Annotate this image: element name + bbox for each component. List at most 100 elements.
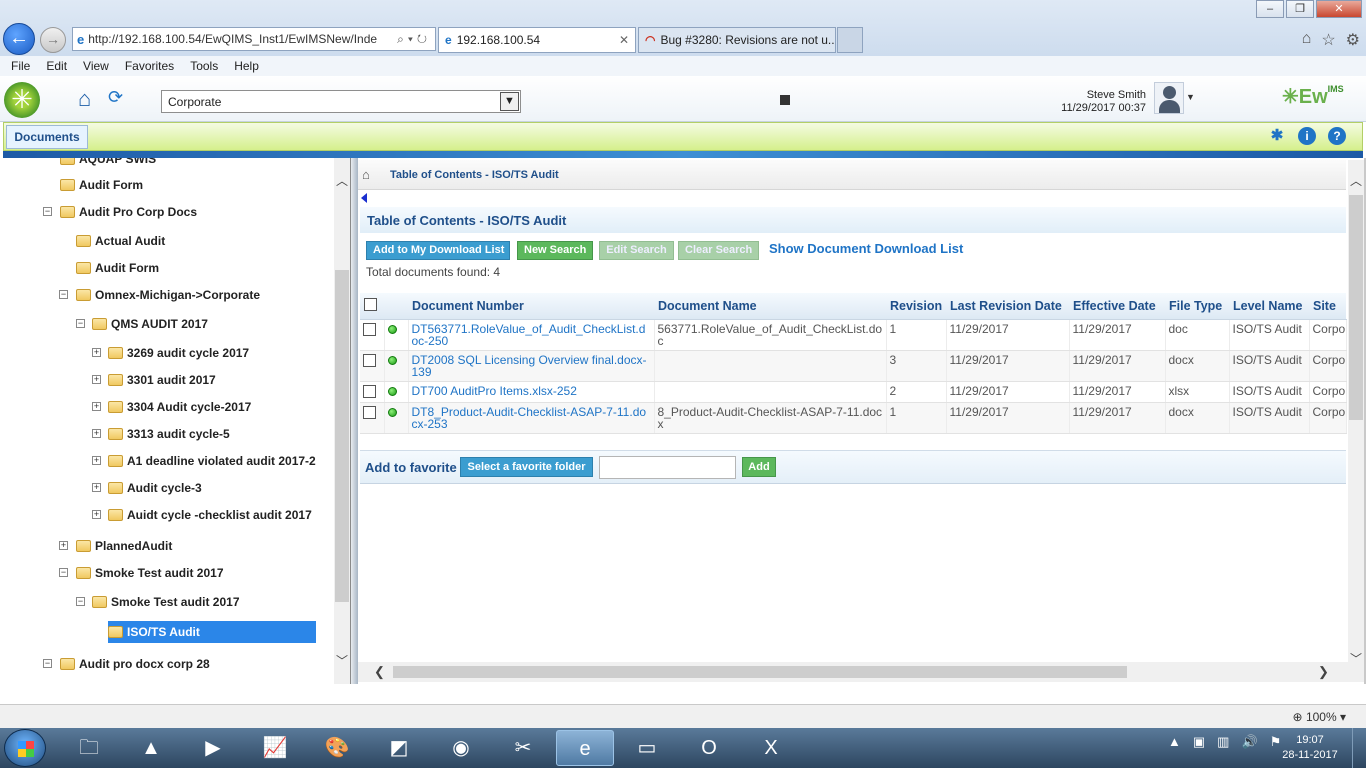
tree-node[interactable]: Audit pro docx corp 28 bbox=[60, 657, 210, 671]
tree-node[interactable]: Audit Form bbox=[76, 261, 159, 275]
browser-tab-active[interactable]: e 192.168.100.54 ✕ bbox=[438, 27, 636, 53]
url-text[interactable]: http://192.168.100.54/EwQIMS_Inst1/EwIMS… bbox=[88, 32, 397, 46]
show-desktop-button[interactable] bbox=[1352, 728, 1366, 768]
document-number-link[interactable]: DT8_Product-Audit-Checklist-ASAP-7-11.do… bbox=[412, 405, 647, 431]
tree-node[interactable]: 3304 Audit cycle-2017 bbox=[108, 400, 251, 414]
zoom-level[interactable]: ⊕ 100% ▾ bbox=[1293, 710, 1346, 724]
row-checkbox[interactable] bbox=[363, 322, 376, 336]
help-icon[interactable]: ? bbox=[1328, 127, 1346, 145]
paint-icon[interactable]: 🎨 bbox=[308, 730, 366, 766]
menu-view[interactable]: View bbox=[83, 59, 109, 73]
col-document-name[interactable]: Document Name bbox=[654, 293, 886, 320]
collapse-icon[interactable]: − bbox=[76, 319, 85, 328]
tree-node[interactable]: Auidt cycle -checklist audit 2017 bbox=[108, 508, 312, 522]
tree-node[interactable]: PlannedAudit bbox=[76, 539, 172, 553]
vertical-scrollbar[interactable]: ︿ ﹀ bbox=[1348, 160, 1364, 682]
tree-node[interactable]: AQUAP SWIS bbox=[60, 158, 156, 166]
add-to-download-list-button[interactable]: Add to My Download List bbox=[366, 241, 510, 260]
snipping-tool-icon[interactable]: ✂ bbox=[494, 730, 552, 766]
refresh-icon[interactable]: ⟳ bbox=[108, 87, 123, 108]
clear-search-button[interactable]: Clear Search bbox=[678, 241, 759, 260]
tree-node[interactable]: Omnex-Michigan->Corporate bbox=[76, 288, 260, 302]
tree-node[interactable]: Audit Pro Corp Docs bbox=[60, 205, 197, 219]
col-level-name[interactable]: Level Name bbox=[1229, 293, 1309, 320]
file-explorer-icon[interactable]: 🗀 bbox=[60, 730, 118, 766]
table-row[interactable]: DT563771.RoleValue_of_Audit_CheckList.do… bbox=[360, 319, 1347, 351]
tray-expand-icon[interactable]: ▲ bbox=[1168, 734, 1181, 750]
tree-node[interactable]: Audit Form bbox=[60, 178, 143, 192]
volume-icon[interactable]: 🔊 bbox=[1241, 734, 1257, 750]
row-checkbox[interactable] bbox=[363, 405, 376, 419]
minimize-button[interactable]: – bbox=[1256, 0, 1284, 18]
forward-button[interactable]: → bbox=[40, 27, 66, 53]
notepad-icon[interactable]: ▭ bbox=[618, 730, 676, 766]
add-favorite-button[interactable]: Add bbox=[742, 457, 776, 477]
collapse-icon[interactable]: − bbox=[59, 290, 68, 299]
tree-node[interactable]: Actual Audit bbox=[76, 234, 165, 248]
close-tab-icon[interactable]: ✕ bbox=[619, 33, 629, 47]
col-last-revision-date[interactable]: Last Revision Date bbox=[946, 293, 1069, 320]
new-search-button[interactable]: New Search bbox=[517, 241, 593, 260]
scroll-thumb[interactable] bbox=[393, 666, 1127, 678]
tree-node-selected[interactable]: ISO/TS Audit bbox=[108, 621, 316, 643]
collapse-icon[interactable]: − bbox=[76, 597, 85, 606]
col-document-number[interactable]: Document Number bbox=[408, 293, 654, 320]
menu-help[interactable]: Help bbox=[234, 59, 259, 73]
menu-edit[interactable]: Edit bbox=[46, 59, 67, 73]
expand-icon[interactable]: + bbox=[92, 348, 101, 357]
scroll-up-icon[interactable]: ︿ bbox=[336, 172, 348, 189]
maximize-button[interactable]: ❐ bbox=[1286, 0, 1314, 18]
address-bar[interactable]: e http://192.168.100.54/EwQIMS_Inst1/EwI… bbox=[72, 27, 436, 51]
collapse-icon[interactable]: − bbox=[43, 659, 52, 668]
media-player-icon[interactable]: ▶ bbox=[184, 730, 242, 766]
scroll-thumb[interactable] bbox=[1349, 195, 1363, 420]
expand-icon[interactable]: + bbox=[92, 375, 101, 384]
expand-icon[interactable]: + bbox=[92, 429, 101, 438]
chevron-down-icon[interactable]: ▼ bbox=[500, 92, 519, 111]
tree-node[interactable]: 3313 audit cycle-5 bbox=[108, 427, 230, 441]
excel-icon[interactable]: X bbox=[742, 730, 800, 766]
start-button[interactable] bbox=[4, 729, 46, 767]
select-all-checkbox[interactable] bbox=[364, 297, 377, 311]
document-number-link[interactable]: DT700 AuditPro Items.xlsx-252 bbox=[412, 384, 577, 398]
pane-splitter[interactable] bbox=[350, 158, 358, 684]
row-checkbox[interactable] bbox=[363, 353, 376, 367]
table-row[interactable]: DT8_Product-Audit-Checklist-ASAP-7-11.do… bbox=[360, 402, 1347, 434]
document-number-link[interactable]: DT563771.RoleValue_of_Audit_CheckList.do… bbox=[412, 322, 646, 348]
user-menu-chevron-icon[interactable]: ▼ bbox=[1186, 92, 1195, 102]
menu-favorites[interactable]: Favorites bbox=[125, 59, 174, 73]
col-revision[interactable]: Revision bbox=[886, 293, 946, 320]
collapse-icon[interactable]: − bbox=[59, 568, 68, 577]
expand-icon[interactable]: + bbox=[92, 456, 101, 465]
col-site[interactable]: Site bbox=[1309, 293, 1346, 320]
clock[interactable]: 19:07 28-11-2017 bbox=[1278, 733, 1342, 763]
collapse-icon[interactable]: − bbox=[43, 207, 52, 216]
expand-icon[interactable]: + bbox=[92, 483, 101, 492]
chart-app-icon[interactable]: 📈 bbox=[246, 730, 304, 766]
show-download-list-link[interactable]: Show Document Download List bbox=[769, 241, 963, 256]
menu-tools[interactable]: Tools bbox=[190, 59, 218, 73]
green-app-icon[interactable]: ◩ bbox=[370, 730, 428, 766]
settings-gear-icon[interactable]: ⚙ bbox=[1346, 30, 1360, 50]
home-icon[interactable]: ⌂ bbox=[362, 167, 370, 182]
info-icon[interactable]: i bbox=[1298, 127, 1316, 145]
col-file-type[interactable]: File Type bbox=[1165, 293, 1229, 320]
col-effective-date[interactable]: Effective Date bbox=[1069, 293, 1165, 320]
back-button[interactable]: ← bbox=[3, 23, 35, 55]
network-icon[interactable]: ▥ bbox=[1217, 734, 1229, 750]
breadcrumb-current[interactable]: Table of Contents - ISO/TS Audit bbox=[390, 169, 559, 181]
tree-node[interactable]: Smoke Test audit 2017 bbox=[92, 595, 240, 609]
tree-node[interactable]: A1 deadline violated audit 2017-2 bbox=[108, 454, 316, 468]
tree-scrollbar[interactable]: ︿ ﹀ bbox=[334, 158, 350, 684]
expand-icon[interactable]: + bbox=[92, 402, 101, 411]
select-all-cell[interactable] bbox=[360, 293, 384, 320]
scroll-right-icon[interactable]: ❯ bbox=[1318, 664, 1329, 680]
close-window-button[interactable]: ✕ bbox=[1316, 0, 1362, 18]
favorite-folder-input[interactable] bbox=[599, 456, 736, 479]
search-refresh-icons[interactable]: ⌕▾↻ bbox=[397, 32, 435, 47]
edit-search-button[interactable]: Edit Search bbox=[599, 241, 674, 260]
avatar[interactable] bbox=[1154, 82, 1184, 114]
tree-node[interactable]: Smoke Test audit 2017 bbox=[76, 566, 224, 580]
scroll-thumb[interactable] bbox=[335, 270, 349, 602]
table-row[interactable]: DT2008 SQL Licensing Overview final.docx… bbox=[360, 350, 1347, 382]
